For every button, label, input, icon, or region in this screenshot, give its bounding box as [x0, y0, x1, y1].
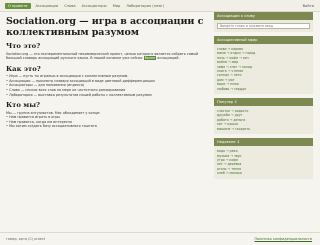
who-list: Нам нравится играть в игры Нам нравятся,… [6, 115, 214, 129]
count-highlight: более [143, 56, 157, 61]
nav-item-associations[interactable]: Ассоциации [36, 4, 59, 8]
nav-item-words[interactable]: Слова [64, 4, 75, 8]
footer: гомер, арта (C) proect Политика конфиден… [0, 232, 320, 245]
recent-box-header[interactable]: Недавние ↕ [214, 138, 313, 147]
popular-line[interactable]: машина → скорость [217, 127, 310, 131]
popular-box-header[interactable]: Популяр ↕ [214, 98, 313, 107]
top-nav: Ассоциации Слова Ассоциаторы Мир Лаборат… [36, 4, 170, 8]
popular-box: Популяр ↕ счастье → радость дружба → дру… [214, 98, 313, 135]
cloud-box-header: Ассоциативный эфир [214, 36, 313, 44]
what-heading: Что это? [6, 42, 41, 50]
nav-item-lab[interactable]: Лаборатория (new!) [126, 4, 164, 8]
search-input[interactable] [217, 23, 310, 29]
how-list: Игра — пусть ты играешь в ассоциации с к… [6, 74, 214, 97]
cloud-line[interactable]: любовь → сердце [217, 87, 310, 91]
how-heading: Как это? [6, 64, 41, 73]
privacy-link[interactable]: Политика конфиденциальности [254, 237, 312, 241]
recent-line[interactable]: хлеб → молоко [217, 171, 310, 175]
top-bar: О проекте Ассоциации Слова Ассоциаторы М… [0, 0, 320, 12]
footer-copyright: гомер, арта (C) proect [6, 237, 46, 241]
cloud-box: Ассоциативный эфир слово → корова мама →… [214, 36, 313, 95]
page-title: Sociation.org — игра в ассоциации с колл… [6, 16, 204, 38]
main-content: Sociation.org — игра в ассоциации с колл… [6, 16, 214, 129]
recent-box: Недавние ↕ вода → река музыка → звук утр… [214, 138, 313, 179]
who-heading: Кто мы? [6, 101, 40, 110]
sidebar: Ассоциации к слову Ассоциативный эфир сл… [214, 12, 313, 183]
search-box-header: Ассоциации к слову [214, 12, 313, 20]
nav-item-world[interactable]: Мир [113, 4, 121, 8]
list-item: Мы хотим создать базу ассоциативного гаш… [6, 124, 214, 129]
list-item[interactable]: Лаборатория — выставка результатов нашей… [6, 93, 214, 98]
about-badge[interactable]: О проекте [5, 2, 31, 9]
login-link[interactable]: Войти [303, 4, 314, 8]
what-text: Sociation.org — это экспериментальный не… [6, 51, 199, 61]
search-box: Ассоциации к слову [214, 12, 313, 32]
nav-item-associators[interactable]: Ассоциаторы [82, 4, 107, 8]
cloud-list: слово → корова мама → отдых → город ночь… [214, 44, 313, 95]
